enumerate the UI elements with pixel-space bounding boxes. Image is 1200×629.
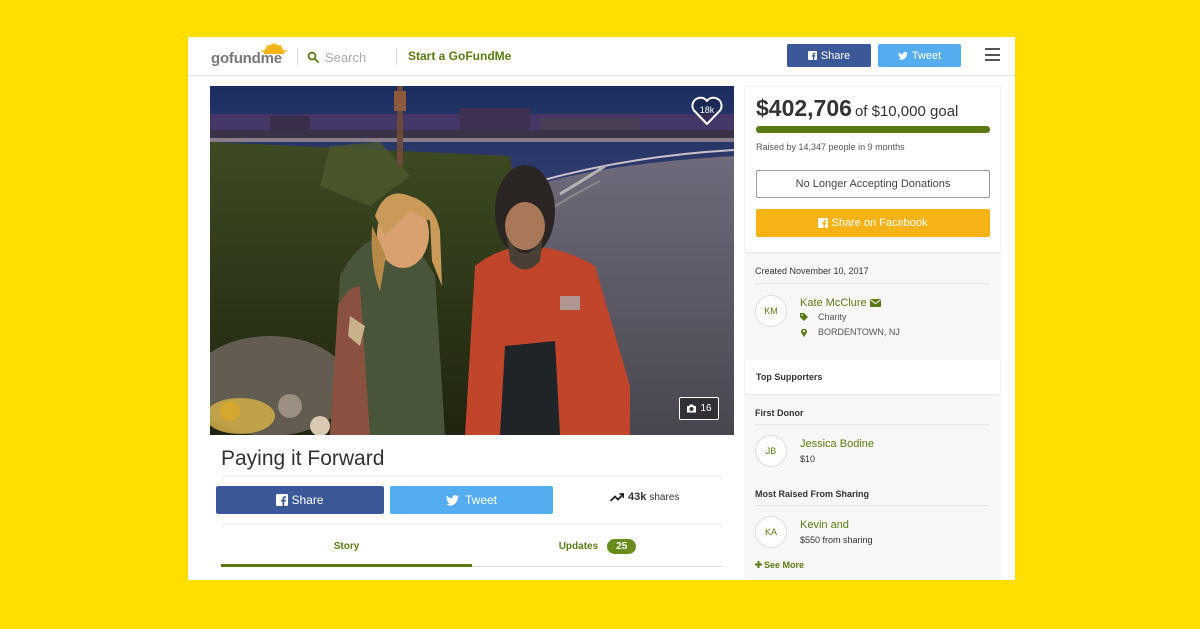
tab-updates[interactable]: Updates 25: [472, 539, 723, 554]
header-share-button[interactable]: Share: [787, 44, 871, 67]
top-supporters-card: Top Supporters: [745, 360, 1000, 394]
progress-bar-fill: [756, 126, 990, 133]
twitter-icon: [898, 51, 908, 60]
avatar: JB: [755, 435, 787, 467]
tab-underline: [472, 566, 723, 567]
raised-by-text: Raised by 14,347 people in 9 months: [756, 142, 905, 152]
search-input[interactable]: Search: [307, 49, 366, 65]
shares-label: shares: [649, 491, 680, 503]
heart-count: 18k: [699, 105, 715, 115]
avatar: KA: [755, 516, 787, 548]
header-tweet-button[interactable]: Tweet: [878, 44, 961, 67]
photo-count: 16: [700, 403, 712, 414]
camera-icon: [687, 404, 697, 413]
organizer-name[interactable]: Kate McClure: [800, 297, 881, 309]
organizer-name-label: Kate McClure: [800, 297, 867, 309]
header-share-label: Share: [820, 49, 851, 62]
facebook-icon: [818, 218, 829, 228]
header-divider: [396, 48, 397, 65]
envelope-icon[interactable]: [869, 299, 881, 307]
raised-summary: $402,706 of $10,000 goal: [756, 95, 958, 122]
created-date: Created November 10, 2017: [755, 266, 869, 276]
divider: [755, 283, 989, 284]
campaign-photo[interactable]: 18k 16: [210, 86, 734, 435]
tweet-button[interactable]: Tweet: [390, 486, 553, 514]
divider: [755, 505, 989, 506]
menu-icon[interactable]: [985, 48, 1000, 61]
no-longer-accepting-button[interactable]: No Longer Accepting Donations: [756, 170, 990, 198]
donation-sidebar: $402,706 of $10,000 goal Raised by 14,34…: [744, 86, 1001, 580]
see-more-link[interactable]: See More: [755, 560, 804, 570]
share-button[interactable]: Share: [216, 486, 384, 514]
photo-gallery-button[interactable]: 16: [679, 397, 719, 420]
share-label: Share: [291, 493, 324, 507]
shares-number: 43k: [628, 491, 647, 503]
see-more-label: See More: [764, 560, 805, 570]
top-header: gofundme Search Start a GoFundMe Share T…: [188, 37, 1015, 76]
active-tab-indicator: [221, 564, 472, 567]
first-donor-amount: $10: [800, 454, 816, 464]
sharer-amount: $550 from sharing: [800, 535, 873, 545]
campaign-main: 18k 16 Paying it Forward Share Tweet 43k…: [210, 86, 734, 580]
share-on-facebook-label: Share on Facebook: [831, 217, 928, 229]
donation-card: $402,706 of $10,000 goal Raised by 14,34…: [745, 87, 1000, 252]
divider: [221, 524, 723, 525]
organizer-location: BORDENTOWN, NJ: [800, 327, 900, 337]
search-icon: [307, 51, 319, 63]
category-label: Charity: [818, 312, 847, 322]
updates-count-badge: 25: [607, 539, 637, 554]
gofundme-logo[interactable]: gofundme: [211, 43, 287, 69]
raised-amount: $402,706: [756, 95, 852, 121]
header-tweet-label: Tweet: [911, 49, 942, 62]
divider: [221, 476, 723, 477]
tweet-label: Tweet: [464, 493, 497, 507]
tag-icon: [800, 313, 808, 321]
shares-count: 43k shares: [610, 491, 679, 503]
trend-up-icon: [610, 492, 624, 502]
first-donor-title: First Donor: [755, 408, 804, 418]
search-placeholder: Search: [325, 49, 367, 65]
location-label: BORDENTOWN, NJ: [818, 327, 900, 337]
most-raised-title: Most Raised From Sharing: [755, 489, 870, 499]
header-divider: [297, 48, 298, 65]
facebook-icon: [807, 51, 817, 60]
map-pin-icon: [801, 328, 807, 337]
start-gofundme-link[interactable]: Start a GoFundMe: [408, 49, 511, 63]
first-donor-name[interactable]: Jessica Bodine: [800, 438, 874, 450]
divider: [755, 424, 989, 425]
campaign-photo-image: [210, 86, 734, 435]
plus-icon: [755, 561, 762, 568]
sharer-name[interactable]: Kevin and: [800, 519, 849, 531]
top-supporters-title: Top Supporters: [756, 372, 823, 382]
goal-text: of $10,000 goal: [854, 103, 959, 120]
twitter-icon: [445, 494, 459, 506]
facebook-icon: [276, 494, 289, 506]
page-frame: gofundme Search Start a GoFundMe Share T…: [188, 37, 1015, 580]
progress-bar: [756, 126, 990, 133]
tab-updates-label: Updates: [558, 541, 599, 552]
avatar: KM: [755, 295, 787, 327]
logo-text: gofundme: [211, 50, 282, 67]
tab-story[interactable]: Story: [221, 541, 472, 552]
share-on-facebook-button[interactable]: Share on Facebook: [756, 209, 990, 237]
organizer-category: Charity: [800, 312, 847, 322]
campaign-title: Paying it Forward: [221, 447, 385, 470]
